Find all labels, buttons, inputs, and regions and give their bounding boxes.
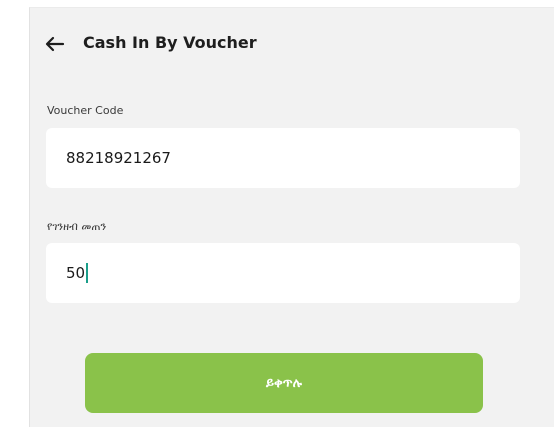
- voucher-code-label: Voucher Code: [47, 104, 124, 117]
- arrow-left-icon: [45, 36, 65, 52]
- continue-button-label: ይቀጥሉ: [266, 375, 302, 391]
- page-title: Cash In By Voucher: [83, 33, 257, 52]
- continue-button[interactable]: ይቀጥሉ: [85, 353, 483, 413]
- amount-label: የገንዘብ መጠን: [47, 220, 107, 233]
- cash-in-voucher-screen: Cash In By Voucher Voucher Code 88218921…: [29, 7, 554, 427]
- text-caret: [86, 263, 88, 283]
- amount-value: 50: [66, 264, 86, 282]
- back-button[interactable]: [43, 34, 67, 54]
- amount-input[interactable]: 50: [46, 243, 520, 303]
- app-header: Cash In By Voucher: [30, 8, 554, 74]
- app-frame: Cash In By Voucher Voucher Code 88218921…: [0, 0, 554, 434]
- voucher-code-input[interactable]: 88218921267: [46, 128, 520, 188]
- voucher-code-value: 88218921267: [66, 149, 171, 167]
